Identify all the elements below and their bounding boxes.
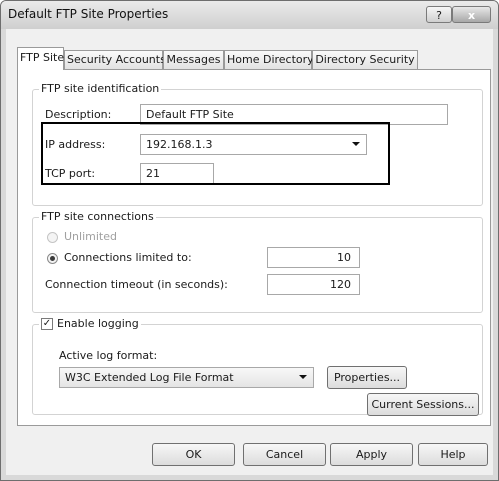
current-sessions-button[interactable]: Current Sessions... [367,393,479,416]
log-format-value: W3C Extended Log File Format [65,371,234,384]
ip-address-select[interactable]: 192.168.1.3 [140,134,367,155]
properties-dialog: Default FTP Site Properties ? x FTP Site… [0,0,499,481]
tab-home-directory[interactable]: Home Directory [224,50,314,69]
enable-logging-checkbox[interactable]: ✓ [41,318,53,330]
log-format-select[interactable]: W3C Extended Log File Format [59,367,314,388]
apply-button[interactable]: Apply [330,443,413,466]
identification-legend: FTP site identification [39,82,162,95]
description-label: Description: [45,108,112,121]
help-title-button[interactable]: ? [426,6,452,23]
tab-messages[interactable]: Messages [163,50,224,69]
dialog-title: Default FTP Site Properties [8,7,169,21]
log-properties-button[interactable]: Properties... [327,366,407,389]
connections-group: FTP site connections Unlimited Connectio… [32,210,483,313]
timeout-input[interactable]: 120 [267,274,360,295]
ip-address-label: IP address: [45,138,106,151]
log-format-label: Active log format: [59,349,158,362]
tab-security-accounts[interactable]: Security Accounts [64,50,166,69]
tab-directory-security[interactable]: Directory Security [312,50,418,69]
unlimited-radio[interactable] [47,232,58,243]
ip-address-value: 192.168.1.3 [146,138,213,151]
close-icon: x [467,9,476,22]
identification-group: FTP site identification Description: Def… [32,82,483,206]
timeout-label: Connection timeout (in seconds): [45,278,228,291]
tab-ftp-site[interactable]: FTP Site [17,47,64,70]
dialog-client-area: FTP Site Security Accounts Messages Home… [6,29,493,475]
tcp-port-label: TCP port: [45,167,96,180]
tab-panel-ftp-site: FTP site identification Description: Def… [17,69,491,426]
ok-button[interactable]: OK [152,443,235,466]
enable-logging-label: Enable logging [57,317,139,330]
unlimited-label: Unlimited [64,230,117,243]
title-bar[interactable]: Default FTP Site Properties ? x [1,1,498,29]
question-icon: ? [436,9,442,22]
connections-limit-input[interactable]: 10 [267,247,360,268]
description-input[interactable]: Default FTP Site [140,104,448,125]
chevron-down-icon [299,375,307,379]
cancel-button[interactable]: Cancel [243,443,326,466]
help-button[interactable]: Help [418,443,488,466]
connections-legend: FTP site connections [39,210,156,223]
tcp-port-input[interactable]: 21 [140,163,214,184]
chevron-down-icon [352,142,360,146]
limited-label: Connections limited to: [64,251,192,264]
enable-logging-legend: ✓ Enable logging [39,317,141,330]
close-button[interactable]: x [452,6,491,23]
limited-radio[interactable] [47,253,58,264]
